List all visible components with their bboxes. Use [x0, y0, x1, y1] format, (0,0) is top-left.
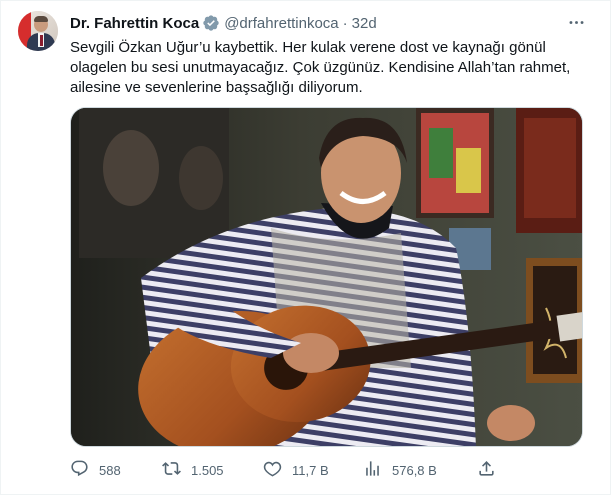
share-button[interactable]	[477, 459, 496, 481]
tweet-card[interactable]: Dr. Fahrettin Koca @drfahrettinkoca · 32…	[0, 0, 611, 495]
like-button[interactable]: 11,7 B	[263, 459, 329, 481]
tweet-timestamp[interactable]: 32d	[352, 15, 377, 32]
reply-count: 588	[99, 462, 121, 478]
retweet-icon	[162, 459, 181, 481]
share-icon	[477, 459, 496, 481]
views-icon	[363, 459, 382, 481]
views-button[interactable]: 576,8 B	[363, 459, 437, 481]
verified-badge-icon[interactable]	[202, 14, 220, 32]
author-avatar[interactable]	[18, 11, 58, 51]
author-handle[interactable]: @drfahrettinkoca	[224, 15, 338, 32]
separator-dot: ·	[342, 14, 348, 32]
more-icon[interactable]	[564, 10, 588, 34]
retweet-button[interactable]: 1.505	[162, 459, 224, 481]
reply-icon	[70, 459, 89, 481]
action-bar: 588 1.505 11,7 B 576,8 B	[70, 459, 500, 481]
tweet-photo[interactable]	[70, 107, 583, 447]
heart-icon	[263, 459, 282, 481]
reply-button[interactable]: 588	[70, 459, 121, 481]
author-name[interactable]: Dr. Fahrettin Koca	[70, 15, 199, 32]
tweet-header: Dr. Fahrettin Koca @drfahrettinkoca · 32…	[70, 13, 377, 33]
photo-illustration	[71, 108, 582, 446]
views-count: 576,8 B	[392, 462, 437, 478]
like-count: 11,7 B	[292, 462, 329, 478]
tweet-text: Sevgili Özkan Uğur’u kaybettik. Her kula…	[70, 39, 571, 96]
retweet-count: 1.505	[191, 462, 224, 478]
